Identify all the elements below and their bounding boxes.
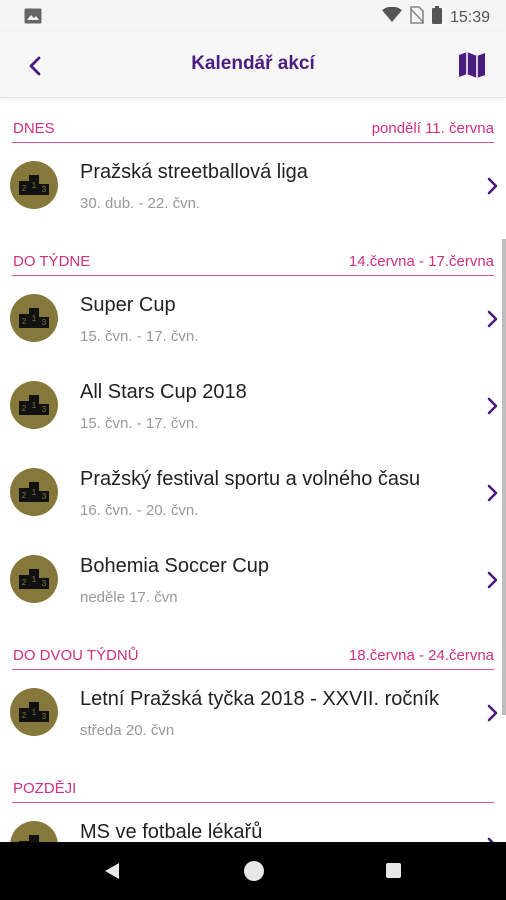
page-title: Kalendář akcí	[191, 53, 315, 74]
no-sim-icon	[409, 6, 425, 29]
svg-text:3: 3	[42, 492, 47, 501]
podium-icon: 12 3	[10, 555, 58, 603]
image-icon	[24, 8, 42, 29]
event-dates: 15. čvn. - 17. čvn.	[80, 328, 199, 345]
section-header-later: POZDĚJI	[12, 775, 494, 803]
event-name: MS ve fotbale lékařů	[80, 821, 263, 842]
system-nav-bar	[0, 842, 506, 900]
svg-text:2: 2	[22, 184, 27, 193]
list-item[interactable]: 123 MS ve fotbale lékařů	[0, 805, 506, 842]
list-item[interactable]: 12 3 Pražská streetballová liga 30. dub. …	[0, 145, 506, 231]
event-name: Super Cup	[80, 294, 176, 316]
chevron-right-icon	[486, 395, 500, 422]
section-label: DNES	[13, 120, 55, 137]
event-dates: 16. čvn. - 20. čvn.	[80, 502, 199, 519]
list-item[interactable]: 12 3 Letní Pražská tyčka 2018 - XXVII. ro…	[0, 672, 506, 758]
svg-text:3: 3	[42, 579, 47, 588]
back-triangle-icon[interactable]	[104, 862, 120, 885]
svg-text:3: 3	[42, 405, 47, 414]
section-date-range: 18.června - 24.června	[348, 647, 494, 664]
section-label: DO DVOU TÝDNŮ	[13, 647, 139, 664]
podium-icon: 123	[10, 821, 58, 842]
podium-icon: 12 3	[10, 161, 58, 209]
event-dates: 15. čvn. - 17. čvn.	[80, 415, 199, 432]
svg-text:3: 3	[42, 185, 47, 194]
svg-text:3: 3	[42, 318, 47, 327]
svg-text:2: 2	[22, 491, 27, 500]
svg-text:1: 1	[32, 401, 37, 410]
svg-text:3: 3	[42, 712, 47, 721]
event-dates: neděle 17. čvn	[80, 589, 178, 606]
svg-text:1: 1	[32, 708, 37, 717]
wifi-icon	[381, 6, 402, 28]
event-name: Pražský festival sportu a volného času	[80, 468, 421, 490]
svg-text:2: 2	[22, 317, 27, 326]
list-item[interactable]: 12 3 Bohemia Soccer Cup neděle 17. čvn	[0, 539, 506, 625]
list-item[interactable]: 12 3 Super Cup 15. čvn. - 17. čvn.	[0, 278, 506, 364]
svg-text:1: 1	[32, 488, 37, 497]
list-item[interactable]: 12 3 Pražský festival sportu a volného ča…	[0, 452, 506, 538]
event-name: All Stars Cup 2018	[80, 381, 247, 403]
event-name: Letní Pražská tyčka 2018 - XXVII. ročník	[80, 688, 440, 710]
svg-text:2: 2	[22, 578, 27, 587]
recents-square-icon[interactable]	[386, 863, 401, 878]
battery-icon	[431, 6, 442, 29]
svg-text:2: 2	[22, 404, 27, 413]
section-header-today: DNES pondělí 11. června	[12, 115, 494, 143]
section-header-this-week: DO TÝDNE 14.června - 17.června	[12, 248, 494, 276]
event-dates: středa 20. čvn	[80, 722, 175, 739]
podium-icon: 12 3	[10, 688, 58, 736]
event-dates: 30. dub. - 22. čvn.	[80, 195, 201, 212]
section-date-range: pondělí 11. června	[371, 120, 494, 137]
chevron-right-icon	[486, 175, 500, 202]
chevron-right-icon	[486, 569, 500, 596]
chevron-right-icon	[486, 835, 500, 842]
event-name: Pražská streetballová liga	[80, 161, 308, 183]
podium-icon: 12 3	[10, 294, 58, 342]
podium-icon: 12 3	[10, 381, 58, 429]
section-label: DO TÝDNE	[13, 253, 91, 270]
chevron-right-icon	[486, 702, 500, 729]
scrollbar[interactable]	[502, 239, 506, 715]
section-label: POZDĚJI	[13, 780, 77, 797]
svg-text:1: 1	[32, 314, 37, 323]
podium-icon: 12 3	[10, 468, 58, 516]
chevron-right-icon	[486, 482, 500, 509]
svg-text:2: 2	[22, 711, 27, 720]
svg-text:1: 1	[32, 181, 37, 190]
map-icon[interactable]	[456, 49, 488, 81]
event-list[interactable]: DNES pondělí 11. června 123 Pražská stre…	[0, 99, 506, 842]
event-name: Bohemia Soccer Cup	[80, 555, 269, 577]
home-circle-icon[interactable]	[244, 861, 264, 881]
svg-text:1: 1	[32, 575, 37, 584]
app-bar: Kalendář akcí	[0, 32, 506, 98]
chevron-right-icon	[486, 308, 500, 335]
section-date-range: 14.června - 17.června	[348, 253, 494, 270]
status-bar: 15:39	[0, 0, 506, 32]
clock: 15:39	[449, 8, 490, 26]
list-item[interactable]: 12 3 All Stars Cup 2018 15. čvn. - 17. čv…	[0, 365, 506, 451]
section-header-two-weeks: DO DVOU TÝDNŮ 18.června - 24.června	[12, 642, 494, 670]
